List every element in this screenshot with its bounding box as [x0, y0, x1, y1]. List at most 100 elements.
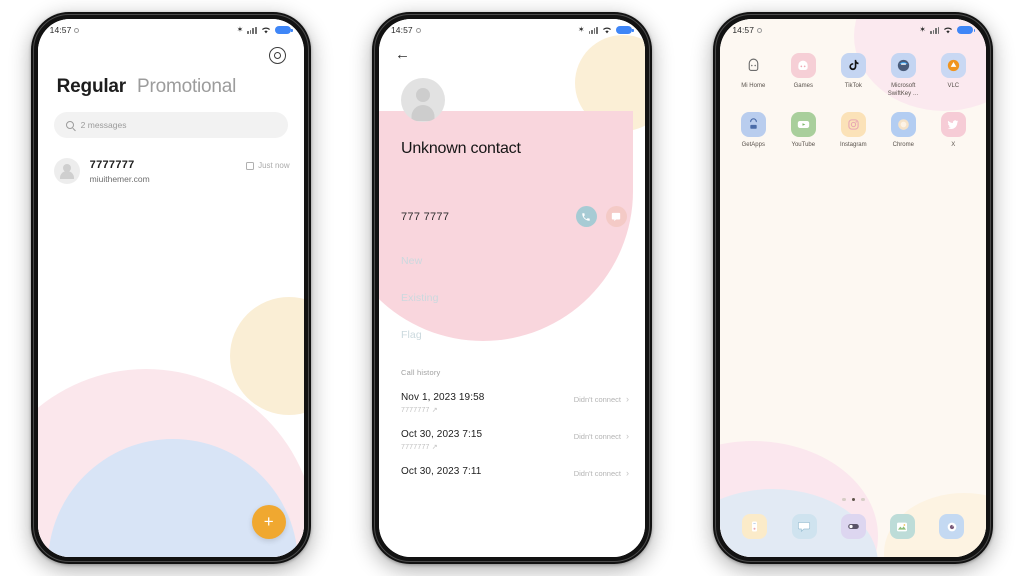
- app-vlc[interactable]: VLC: [928, 53, 978, 98]
- compose-button[interactable]: +: [251, 505, 286, 539]
- avatar: [400, 78, 445, 122]
- status-bar: 14:57 ✶: [379, 19, 645, 41]
- call-date: Oct 30, 2023 7:11: [400, 466, 482, 477]
- call-history-main: Oct 30, 2023 7:11: [401, 466, 481, 477]
- call-history-status: Didn't connect ›: [574, 392, 629, 405]
- chrome-icon: [890, 112, 916, 138]
- call-history-row[interactable]: Nov 1, 2023 19:58 7777777 ↗ Didn't conne…: [379, 377, 645, 414]
- page-dot-active[interactable]: [851, 497, 856, 501]
- contact-phone-row: 777 7777: [379, 158, 645, 227]
- page-title: Unknown contact: [400, 140, 521, 157]
- chevron-right-icon: ›: [625, 431, 629, 441]
- call-history-row[interactable]: Oct 30, 2023 7:11 Didn't connect ›: [379, 451, 645, 478]
- page-dot[interactable]: [842, 497, 846, 501]
- tab-promotional[interactable]: Promotional: [137, 76, 236, 98]
- bluetooth-icon: ✶: [577, 25, 585, 34]
- app-label: X: [951, 142, 956, 149]
- app-label: Mi Home: [741, 83, 766, 89]
- phone-device-contact: 14:57 ✶ ← Unknown contact 777 7777 New E…: [371, 12, 652, 564]
- chat-bubble-icon: [612, 212, 621, 221]
- status-bar-right: ✶: [919, 25, 976, 34]
- status-bar: 14:57 ✶: [38, 19, 304, 41]
- phone-device-messages: 14:57 ✶ Regular Promotional 2 messages 7…: [30, 12, 311, 564]
- battery-icon: [615, 26, 634, 34]
- message-time: Just now: [258, 161, 290, 170]
- call-history-row[interactable]: Oct 30, 2023 7:15 7777777 ↗ Didn't conne…: [379, 414, 645, 451]
- search-icon: [65, 121, 74, 129]
- app-getapps[interactable]: GetApps: [728, 112, 778, 149]
- page-indicator: [720, 497, 986, 501]
- call-status: Didn't connect: [573, 432, 621, 441]
- status-bar: 14:57 ✶: [720, 19, 986, 41]
- call-button[interactable]: [575, 206, 597, 227]
- app-instagram[interactable]: Instagram: [828, 112, 878, 149]
- tab-regular[interactable]: Regular: [57, 76, 127, 98]
- dock-phone[interactable]: [742, 514, 768, 539]
- app-label: YouTube: [791, 142, 816, 149]
- message-list-item[interactable]: 7777777 miuithemer.com Just now: [38, 138, 304, 184]
- message-sender: 7777777: [89, 159, 135, 171]
- call-history-status: Didn't connect ›: [574, 466, 629, 479]
- app-mi-home[interactable]: Mi Home: [728, 53, 778, 98]
- screen-messages: 14:57 ✶ Regular Promotional 2 messages 7…: [37, 19, 304, 557]
- call-history-main: Nov 1, 2023 19:58 7777777 ↗: [401, 392, 484, 414]
- vlc-icon: [940, 53, 966, 78]
- status-bar-left: 14:57: [391, 25, 421, 35]
- contact-phone-number[interactable]: 777 7777: [401, 211, 449, 223]
- swiftkey-icon: [890, 53, 916, 78]
- messages-tabs: Regular Promotional: [38, 64, 304, 98]
- dock-settings[interactable]: [840, 514, 866, 539]
- search-placeholder: 2 messages: [80, 120, 127, 130]
- screen-home: 14:57 ✶ Mi Home Games TikTok Microsoft S…: [720, 19, 987, 557]
- bluetooth-icon: ✶: [919, 25, 926, 34]
- status-time: 14:57: [390, 25, 413, 35]
- screen-contact: 14:57 ✶ ← Unknown contact 777 7777 New E…: [378, 19, 645, 557]
- status-time: 14:57: [732, 25, 755, 35]
- app-chrome[interactable]: Chrome: [878, 112, 928, 149]
- call-number: 7777777 ↗: [400, 444, 438, 451]
- message-button[interactable]: [605, 206, 627, 227]
- menu-item-flag[interactable]: Flag: [401, 329, 645, 341]
- wifi-icon: [603, 27, 611, 34]
- call-date: Nov 1, 2023 19:58: [400, 392, 485, 403]
- app-games[interactable]: Games: [778, 53, 828, 98]
- app-label: VLC: [947, 83, 960, 89]
- signal-icon: [247, 26, 257, 34]
- mi-home-icon: [741, 53, 766, 78]
- app-x[interactable]: X: [928, 112, 978, 149]
- getapps-icon: [740, 112, 766, 138]
- app-microsoft-swiftkey[interactable]: Microsoft SwiftKey …: [878, 53, 928, 98]
- avatar: [53, 158, 80, 184]
- signal-icon: [588, 26, 598, 34]
- dock-camera[interactable]: [939, 514, 965, 539]
- gear-icon[interactable]: [268, 47, 286, 64]
- search-input[interactable]: 2 messages: [53, 112, 288, 138]
- chevron-right-icon: ›: [625, 394, 629, 404]
- battery-icon: [274, 26, 293, 34]
- contact-toolbar: ←: [379, 41, 645, 64]
- call-date: Oct 30, 2023 7:15: [400, 429, 483, 440]
- status-indicator-icon: [74, 27, 80, 33]
- contact-content: ← Unknown contact 777 7777 New Existing …: [379, 41, 645, 478]
- contact-actions: [575, 206, 627, 227]
- messages-toolbar: [38, 41, 304, 64]
- messages-content: Regular Promotional 2 messages 7777777 m…: [38, 41, 304, 184]
- app-label: TikTok: [844, 83, 862, 89]
- menu-item-new[interactable]: New: [401, 255, 645, 267]
- page-dot[interactable]: [861, 497, 865, 501]
- screenshot-stage: 14:57 ✶ Regular Promotional 2 messages 7…: [0, 0, 1024, 576]
- unread-icon: [246, 161, 255, 170]
- status-bar-right: ✶: [237, 26, 293, 34]
- message-text: 7777777 miuithemer.com: [90, 158, 236, 184]
- plus-icon: +: [263, 511, 274, 531]
- dock-gallery[interactable]: [889, 514, 915, 539]
- home-content: 14:57 ✶ Mi Home Games TikTok Microsoft S…: [720, 19, 986, 557]
- app-youtube[interactable]: YouTube: [778, 112, 828, 149]
- menu-item-existing[interactable]: Existing: [401, 292, 645, 304]
- app-label: Microsoft SwiftKey …: [887, 83, 919, 98]
- app-tiktok[interactable]: TikTok: [828, 53, 878, 98]
- x-twitter-icon: [940, 112, 966, 138]
- message-preview: miuithemer.com: [89, 174, 150, 184]
- dock-messages[interactable]: [791, 514, 817, 539]
- back-arrow-icon[interactable]: ←: [395, 46, 410, 63]
